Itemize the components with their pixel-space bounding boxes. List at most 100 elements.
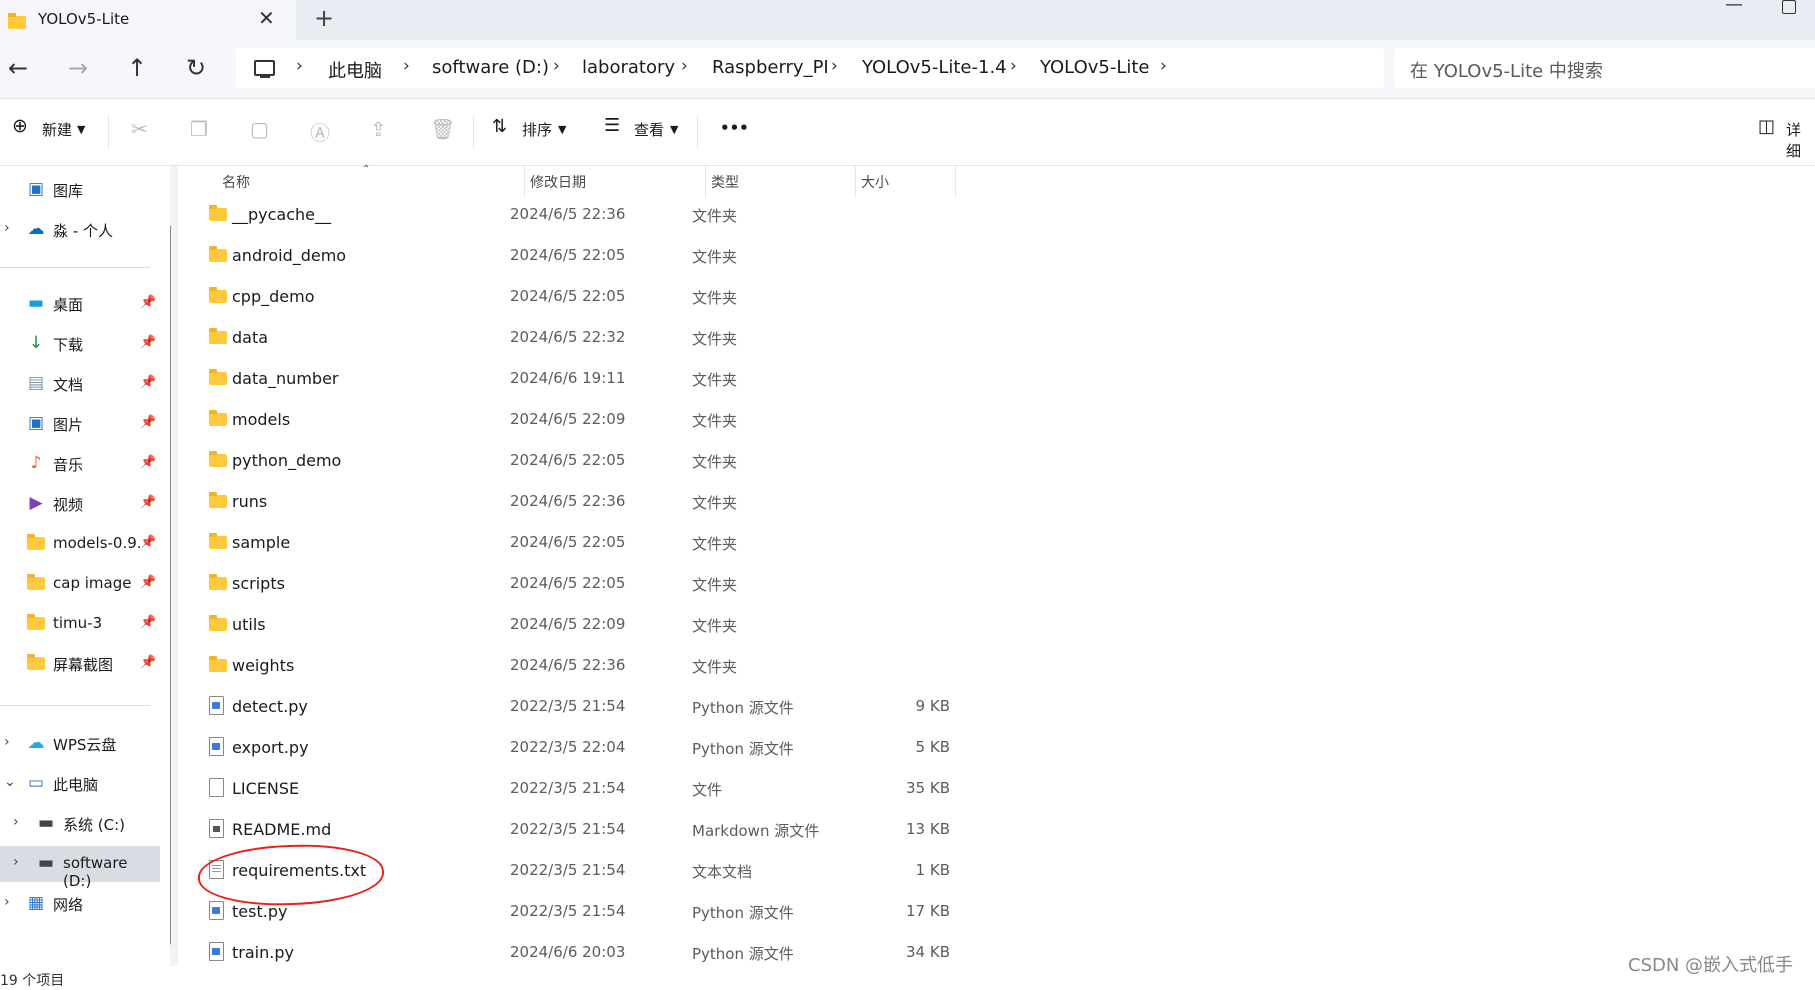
chevron-right-icon[interactable]: › — [1160, 56, 1167, 76]
title-bar: YOLOv5-Lite ✕ + — — [0, 0, 1815, 40]
address-bar[interactable]: › 此电脑 › software (D:) › laboratory › Ras… — [236, 48, 1384, 88]
pin-icon[interactable]: 📌 — [140, 455, 156, 470]
pin-icon[interactable]: 📌 — [140, 415, 156, 430]
sidebar-item-label: 下载 — [53, 336, 84, 354]
pin-icon[interactable]: 📌 — [140, 535, 156, 550]
details-button[interactable]: 详细 — [1786, 119, 1815, 161]
file-row[interactable]: data 2024/6/5 22:32 文件夹 — [202, 317, 982, 357]
pin-icon[interactable]: 📌 — [140, 495, 156, 510]
window-tab[interactable]: YOLOv5-Lite ✕ — [0, 0, 296, 40]
share-icon[interactable]: ⇪ — [370, 117, 387, 141]
sidebar-item-this-pc[interactable]: ⌄ ▭ 此电脑 — [0, 766, 160, 802]
chevron-right-icon[interactable]: › — [1010, 56, 1017, 76]
file-row[interactable]: sample 2024/6/5 22:05 文件夹 — [202, 522, 982, 562]
pin-icon[interactable]: 📌 — [140, 375, 156, 390]
rename-icon[interactable]: Ⓐ — [310, 117, 330, 146]
pin-icon[interactable]: 📌 — [140, 295, 156, 310]
file-row[interactable]: data_number 2024/6/6 19:11 文件夹 — [202, 358, 982, 398]
chevron-right-icon[interactable]: › — [681, 56, 688, 76]
delete-icon[interactable]: 🗑 — [430, 117, 455, 141]
file-row[interactable]: weights 2024/6/5 22:36 文件夹 — [202, 645, 982, 685]
close-tab-button[interactable]: ✕ — [258, 6, 275, 30]
file-row[interactable]: __pycache__ 2024/6/5 22:36 文件夹 — [202, 194, 982, 234]
folder-icon — [209, 532, 227, 551]
column-header-date[interactable]: 修改日期 — [530, 172, 586, 192]
sidebar-item-label: 系统 (C:) — [63, 816, 125, 834]
file-date: 2022/3/5 21:54 — [510, 861, 626, 879]
file-row[interactable]: detect.py 2022/3/5 21:54 Python 源文件 9 KB — [202, 686, 982, 726]
file-row[interactable]: android_demo 2024/6/5 22:05 文件夹 — [202, 235, 982, 275]
chevron-right-icon[interactable]: › — [13, 854, 19, 870]
paste-icon[interactable]: ▢ — [250, 117, 269, 141]
sidebar-item-label: models-0.9. — [53, 534, 142, 552]
sidebar-item-downloads[interactable]: ↓ 下载 📌 — [0, 326, 160, 362]
chevron-right-icon[interactable]: › — [553, 56, 560, 76]
column-header-type[interactable]: 类型 — [711, 172, 739, 192]
back-button[interactable]: ← — [8, 54, 28, 82]
copy-icon[interactable]: ❐ — [190, 117, 208, 141]
chevron-right-icon[interactable]: › — [4, 894, 10, 910]
file-row[interactable]: train.py 2024/6/6 20:03 Python 源文件 34 KB — [202, 932, 982, 972]
forward-button[interactable]: → — [68, 54, 88, 82]
sidebar-item-cap-image[interactable]: cap image 📌 — [0, 566, 160, 602]
breadcrumb-yolov5-lite[interactable]: YOLOv5-Lite — [1040, 57, 1150, 78]
sidebar-item-wps-cloud[interactable]: › ☁ WPS云盘 — [0, 726, 160, 762]
sidebar-item-desktop[interactable]: ▬ 桌面 📌 — [0, 286, 160, 322]
sidebar-item-pictures[interactable]: ▣ 图片 📌 — [0, 406, 160, 442]
search-box[interactable]: 在 YOLOv5-Lite 中搜索 — [1394, 48, 1815, 88]
folder-icon — [209, 491, 227, 510]
file-name: train.py — [232, 943, 294, 962]
file-row[interactable]: models 2024/6/5 22:09 文件夹 — [202, 399, 982, 439]
pin-icon[interactable]: 📌 — [140, 655, 156, 670]
sidebar-item-onedrive[interactable]: › ☁ 淼 - 个人 — [0, 212, 160, 248]
file-row[interactable]: export.py 2022/3/5 22:04 Python 源文件 5 KB — [202, 727, 982, 767]
file-row[interactable]: scripts 2024/6/5 22:05 文件夹 — [202, 563, 982, 603]
view-button[interactable]: 查看 — [634, 119, 664, 140]
chevron-right-icon[interactable]: › — [13, 814, 19, 830]
sidebar-item-music[interactable]: ♪ 音乐 📌 — [0, 446, 160, 482]
sort-button[interactable]: 排序 — [522, 119, 552, 140]
file-row[interactable]: runs 2024/6/5 22:36 文件夹 — [202, 481, 982, 521]
breadcrumb-this-pc[interactable]: 此电脑 — [328, 57, 382, 83]
file-row[interactable]: README.md 2022/3/5 21:54 Markdown 源文件 13 KB — [202, 809, 982, 849]
sidebar-item-videos[interactable]: ▶ 视频 📌 — [0, 486, 160, 522]
file-row[interactable]: python_demo 2024/6/5 22:05 文件夹 — [202, 440, 982, 480]
sidebar-item-screenshots[interactable]: 屏幕截图 📌 — [0, 646, 160, 682]
file-row[interactable]: cpp_demo 2024/6/5 22:05 文件夹 — [202, 276, 982, 316]
breadcrumb-yolov5-lite-1-4[interactable]: YOLOv5-Lite-1.4 — [862, 57, 1007, 78]
chevron-right-icon[interactable]: › — [403, 56, 410, 76]
column-header-size[interactable]: 大小 — [861, 172, 889, 192]
chevron-down-icon[interactable]: ⌄ — [4, 774, 16, 790]
breadcrumb-raspberry[interactable]: Raspberry_PI — [712, 57, 829, 78]
breadcrumb-laboratory[interactable]: laboratory — [582, 57, 675, 78]
file-row[interactable]: LICENSE 2022/3/5 21:54 文件 35 KB — [202, 768, 982, 808]
sidebar-item-network[interactable]: › ▦ 网络 — [0, 886, 160, 922]
chevron-right-icon[interactable]: › — [4, 220, 10, 236]
sidebar-item-drive-d[interactable]: › ▬ software (D:) — [0, 846, 160, 890]
new-button[interactable]: 新建 — [42, 119, 72, 140]
sidebar-item-drive-c[interactable]: › ▬ 系统 (C:) — [0, 806, 160, 842]
chevron-right-icon[interactable]: › — [4, 734, 10, 750]
sidebar-item-gallery[interactable]: ▣ 图库 — [0, 172, 160, 208]
column-header-name[interactable]: 名称 — [222, 172, 250, 192]
refresh-button[interactable]: ↻ — [186, 54, 206, 82]
up-button[interactable]: ↑ — [127, 54, 147, 82]
sidebar-item-documents[interactable]: ▤ 文档 📌 — [0, 366, 160, 402]
file-date: 2022/3/5 22:04 — [510, 738, 626, 756]
minimize-button[interactable]: — — [1725, 0, 1743, 15]
file-type: 文件 — [692, 781, 723, 799]
pin-icon[interactable]: 📌 — [140, 575, 156, 590]
breadcrumb-drive[interactable]: software (D:) — [432, 57, 549, 78]
sidebar-item-models[interactable]: models-0.9. 📌 — [0, 526, 160, 562]
cut-icon[interactable]: ✂ — [131, 117, 148, 141]
pin-icon[interactable]: 📌 — [140, 615, 156, 630]
file-row[interactable]: utils 2024/6/5 22:09 文件夹 — [202, 604, 982, 644]
pin-icon[interactable]: 📌 — [140, 335, 156, 350]
sidebar-item-timu[interactable]: timu-3 📌 — [0, 606, 160, 642]
more-options-button[interactable]: ••• — [720, 119, 749, 137]
chevron-right-icon[interactable]: › — [296, 56, 303, 76]
chevron-right-icon[interactable]: › — [831, 56, 838, 76]
new-tab-button[interactable]: + — [314, 4, 334, 32]
folder-icon — [209, 450, 227, 469]
maximize-button[interactable] — [1782, 0, 1796, 14]
